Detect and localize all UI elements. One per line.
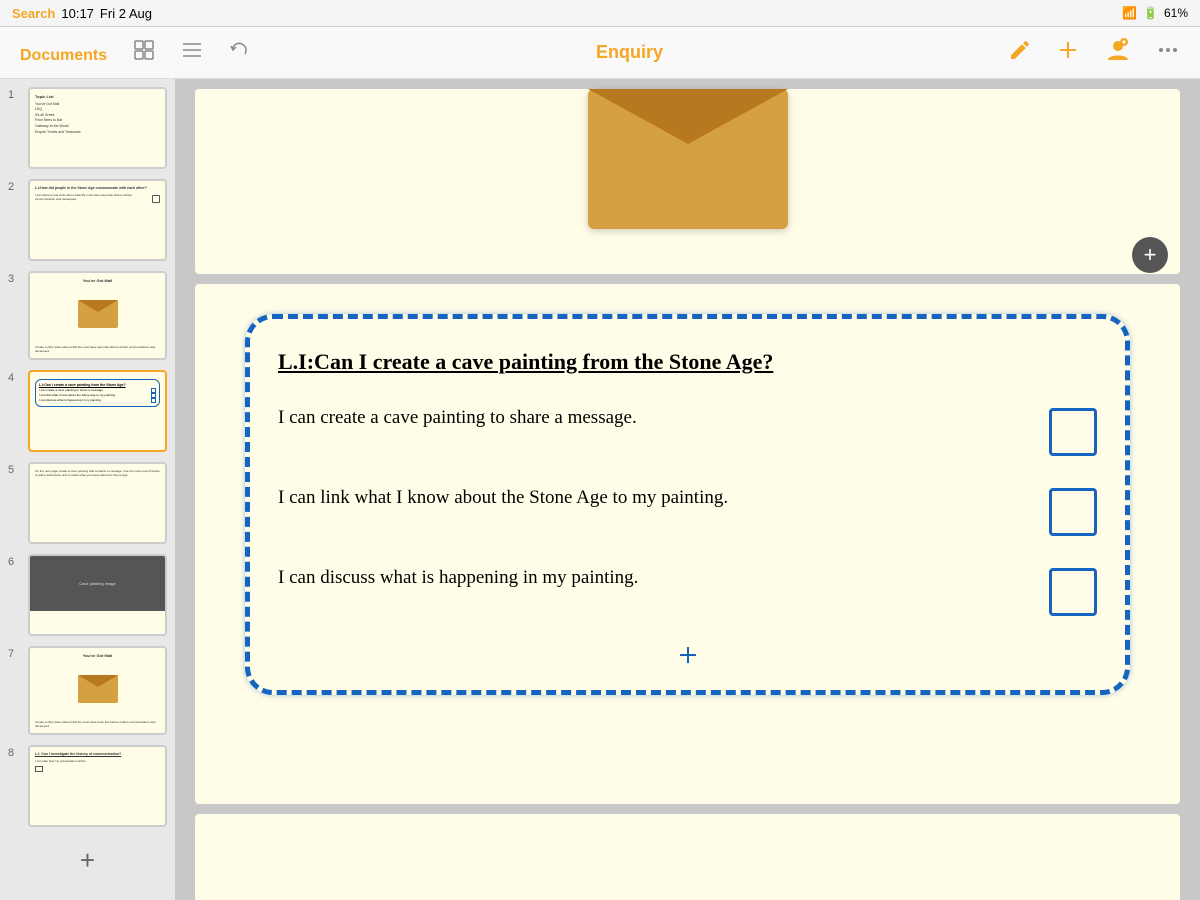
slide-item-2[interactable]: 2 L.I:How did people in the Stone Age co… <box>8 179 167 261</box>
slide-number-5: 5 <box>8 462 22 476</box>
add-slide-button[interactable]: + <box>80 845 95 876</box>
slide-thumb-content-5: On the next page create a cave painting … <box>30 464 165 542</box>
add-below-container <box>278 644 1097 672</box>
wifi-icon: 📶 <box>1122 6 1137 20</box>
toolbar: Documents Enquiry <box>0 27 1200 79</box>
li-card: L.I:Can I create a cave painting from th… <box>245 314 1130 695</box>
slide-item-1[interactable]: 1 Topic List You've Got MailLKQIt's all … <box>8 87 167 169</box>
slide-thumbnail-6[interactable]: Cave painting image <box>28 554 167 636</box>
li-objective-text-3: I can discuss what is happening in my pa… <box>278 564 1033 593</box>
slide-thumb-content-3: You've Got Mail Create a clips video abo… <box>30 273 165 358</box>
documents-button[interactable]: Documents <box>16 36 111 70</box>
toolbar-right <box>1004 32 1184 74</box>
li-objective-1: I can create a cave painting to share a … <box>278 404 1097 456</box>
more-button[interactable] <box>1152 34 1184 72</box>
slide-thumbnail-7[interactable]: You've Got Mail Create a clips video abo… <box>28 646 167 735</box>
slide-main-4: L.I:Can I create a cave painting from th… <box>195 284 1180 804</box>
status-bar-left: Search 10:17 Fri 2 Aug <box>12 6 152 21</box>
slide-item-8[interactable]: 8 L.I: Can I investigate the history of … <box>8 745 167 827</box>
slide-item-3[interactable]: 3 You've Got Mail Create a clips video a… <box>8 271 167 360</box>
slide-thumb-content-6: Cave painting image <box>30 556 165 634</box>
li-objective-text-1: I can create a cave painting to share a … <box>278 404 1033 433</box>
slide-number-2: 2 <box>8 179 22 193</box>
slide-thumb-content-8: L.I: Can I investigate the history of co… <box>30 747 165 825</box>
slide-panel-bottom <box>195 814 1180 900</box>
status-date: Fri 2 Aug <box>100 6 152 21</box>
slide-item-4[interactable]: 4 L.I:Can I create a cave painting from … <box>8 370 167 452</box>
li-checkbox-1[interactable] <box>1049 408 1097 456</box>
li-objective-text-2: I can link what I know about the Stone A… <box>278 484 1033 513</box>
slide-number-8: 8 <box>8 745 22 759</box>
add-below-button[interactable] <box>677 644 699 672</box>
undo-button[interactable] <box>225 35 255 71</box>
battery-level: 61% <box>1164 6 1188 20</box>
layout-view-button[interactable] <box>129 35 159 71</box>
add-content-top-button[interactable]: + <box>1132 237 1168 273</box>
slide-item-6[interactable]: 6 Cave painting image <box>8 554 167 636</box>
status-bar-right: 📶 🔋 61% <box>1122 6 1188 20</box>
content-area: + L.I:Can I create a cave painting from … <box>175 79 1200 900</box>
slide-number-4: 4 <box>8 370 22 384</box>
slide-thumb-content-1: Topic List You've Got MailLKQIt's all Gr… <box>30 89 165 167</box>
li-objective-2: I can link what I know about the Stone A… <box>278 484 1097 536</box>
slide-thumbnail-2[interactable]: L.I:How did people in the Stone Age comm… <box>28 179 167 261</box>
slide-number-7: 7 <box>8 646 22 660</box>
slide-panel-sidebar: 1 Topic List You've Got MailLKQIt's all … <box>0 79 175 900</box>
slide-thumbnail-4[interactable]: L.I:Can I create a cave painting from th… <box>28 370 167 452</box>
slide-thumbnail-1[interactable]: Topic List You've Got MailLKQIt's all Gr… <box>28 87 167 169</box>
slide-thumb-content-7: You've Got Mail Create a clips video abo… <box>30 648 165 733</box>
main-layout: 1 Topic List You've Got MailLKQIt's all … <box>0 79 1200 900</box>
add-button[interactable] <box>1052 34 1084 72</box>
li-title: L.I:Can I create a cave painting from th… <box>278 347 1097 378</box>
status-bar: Search 10:17 Fri 2 Aug 📶 🔋 61% <box>0 0 1200 27</box>
slide-number-1: 1 <box>8 87 22 101</box>
slide-number-6: 6 <box>8 554 22 568</box>
li-checkbox-2[interactable] <box>1049 488 1097 536</box>
slide-number-3: 3 <box>8 271 22 285</box>
li-checkbox-3[interactable] <box>1049 568 1097 616</box>
toolbar-left: Documents <box>16 35 255 71</box>
status-time: 10:17 <box>61 6 94 21</box>
document-title: Enquiry <box>596 42 663 63</box>
slide-thumbnail-3[interactable]: You've Got Mail Create a clips video abo… <box>28 271 167 360</box>
battery-icon: 🔋 <box>1143 6 1158 20</box>
profile-button[interactable] <box>1100 32 1136 74</box>
slide-panel-top: + <box>195 89 1180 274</box>
pencil-button[interactable] <box>1004 34 1036 72</box>
slide-item-5[interactable]: 5 On the next page create a cave paintin… <box>8 462 167 544</box>
search-label[interactable]: Search <box>12 6 55 21</box>
slide-item-7[interactable]: 7 You've Got Mail Create a clips video a… <box>8 646 167 735</box>
slide-thumbnail-8[interactable]: L.I: Can I investigate the history of co… <box>28 745 167 827</box>
slide-thumb-content-2: L.I:How did people in the Stone Age comm… <box>30 181 165 259</box>
slide-thumb-content-4: L.I:Can I create a cave painting from th… <box>30 372 165 450</box>
list-view-button[interactable] <box>177 35 207 71</box>
slide-thumbnail-5[interactable]: On the next page create a cave painting … <box>28 462 167 544</box>
li-objective-3: I can discuss what is happening in my pa… <box>278 564 1097 616</box>
